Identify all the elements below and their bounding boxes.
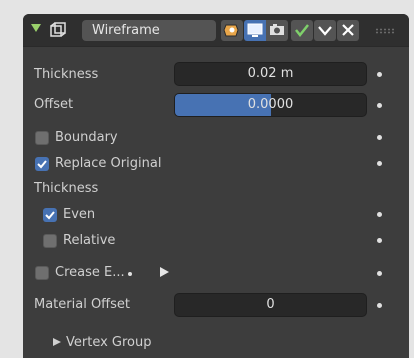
even-label: Even: [63, 207, 96, 222]
vertex-group-expand-arrow-icon: [53, 338, 61, 346]
dropdown-chevron-icon: [318, 26, 332, 36]
vertex-group-label: Vertex Group: [66, 335, 152, 350]
modifier-name-field[interactable]: Wireframe: [82, 20, 216, 41]
crease-edges-checkbox[interactable]: [35, 266, 49, 280]
viewport-display-toggle[interactable]: [244, 20, 266, 41]
checkmark-icon: [45, 211, 55, 220]
material-offset-keyframe-dot[interactable]: [377, 303, 382, 308]
wireframe-modifier-panel: Wireframe Thickness 0.02 m Offset 0.0000…: [23, 14, 409, 358]
wireframe-modifier-icon: [50, 22, 66, 37]
modifier-header: Wireframe: [23, 14, 409, 47]
material-offset-label: Material Offset: [34, 297, 131, 312]
modifier-name-text: Wireframe: [92, 23, 160, 38]
thickness-keyframe-dot[interactable]: [377, 72, 382, 77]
boundary-checkbox[interactable]: [35, 131, 49, 145]
close-x-icon: [342, 24, 354, 36]
remove-modifier-button[interactable]: [337, 20, 359, 41]
relative-label: Relative: [63, 233, 116, 248]
relative-checkbox[interactable]: [43, 234, 57, 248]
offset-slider[interactable]: 0.0000: [174, 93, 367, 117]
even-checkbox[interactable]: [43, 208, 57, 222]
crease-edges-label: Crease E...: [55, 265, 125, 280]
offset-value: 0.0000: [247, 97, 294, 112]
vertex-group-subpanel-header[interactable]: Vertex Group: [23, 329, 409, 358]
checkmark-icon: [37, 160, 47, 169]
crease-expand-arrow-icon[interactable]: [160, 267, 169, 277]
replace-original-label: Replace Original: [55, 156, 162, 171]
edit-mode-toggle[interactable]: [221, 20, 243, 41]
relative-keyframe-dot[interactable]: [377, 238, 382, 243]
crease-keyframe-dot[interactable]: [128, 272, 132, 276]
drag-grip-icon[interactable]: [375, 28, 395, 34]
thickness-label: Thickness: [34, 67, 99, 82]
offset-keyframe-dot[interactable]: [377, 103, 382, 108]
thickness-field[interactable]: 0.02 m: [174, 62, 367, 86]
thickness-section-label: Thickness: [34, 181, 99, 196]
material-offset-field[interactable]: 0: [174, 293, 367, 317]
crease-weight-keyframe-dot[interactable]: [377, 271, 382, 276]
modifier-menu-button[interactable]: [314, 20, 336, 41]
collapse-toggle-icon[interactable]: [31, 24, 41, 32]
boundary-keyframe-dot[interactable]: [377, 135, 382, 140]
render-toggle[interactable]: [266, 20, 288, 41]
material-offset-value: 0: [266, 297, 275, 312]
boundary-label: Boundary: [55, 130, 118, 145]
apply-button[interactable]: [291, 20, 313, 41]
apply-check-icon: [295, 24, 309, 38]
even-keyframe-dot[interactable]: [377, 212, 382, 217]
replace-original-keyframe-dot[interactable]: [377, 161, 382, 166]
render-camera-icon: [270, 24, 284, 35]
replace-original-checkbox[interactable]: [35, 157, 49, 171]
edit-mode-icon: [223, 24, 239, 37]
offset-label: Offset: [34, 97, 74, 112]
viewport-display-icon: [247, 23, 263, 37]
thickness-value: 0.02 m: [247, 66, 294, 81]
